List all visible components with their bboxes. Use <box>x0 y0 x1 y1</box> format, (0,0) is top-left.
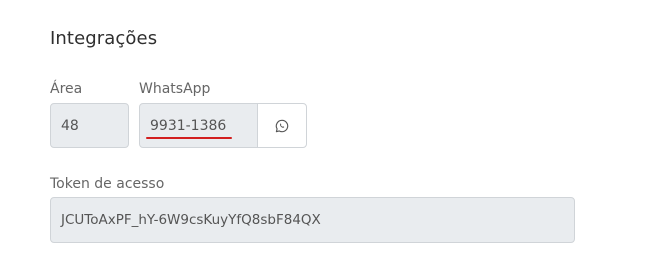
area-value: 48 <box>61 117 79 134</box>
whatsapp-button[interactable] <box>257 103 307 148</box>
section-title: Integrações <box>50 28 158 49</box>
token-field[interactable]: JCUToAxPF_hY-6W9csKuyYfQ8sbF84QX <box>50 197 575 243</box>
whatsapp-value-underline <box>146 137 232 139</box>
whatsapp-label: WhatsApp <box>139 81 211 97</box>
area-label: Área <box>50 81 83 97</box>
token-value: JCUToAxPF_hY-6W9csKuyYfQ8sbF84QX <box>61 212 321 228</box>
whatsapp-icon <box>275 119 289 132</box>
whatsapp-value: 9931-1386 <box>150 117 227 134</box>
whatsapp-field[interactable]: 9931-1386 <box>139 103 258 148</box>
token-label: Token de acesso <box>50 176 165 192</box>
area-field[interactable]: 48 <box>50 103 129 148</box>
